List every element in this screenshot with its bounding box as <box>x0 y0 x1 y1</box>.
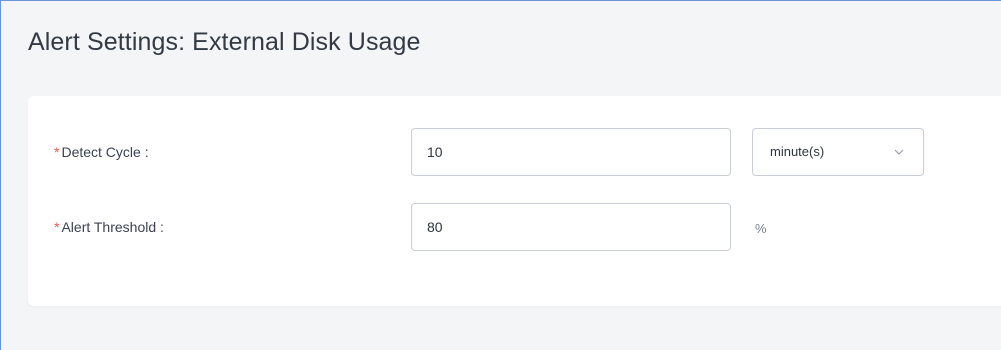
detect-cycle-label: Detect Cycle : <box>61 144 149 160</box>
chevron-down-icon <box>894 149 904 155</box>
detect-cycle-label-row: * Detect Cycle : <box>54 144 149 160</box>
alert-threshold-label: Alert Threshold : <box>61 219 164 235</box>
detect-cycle-input[interactable] <box>411 128 731 176</box>
alert-settings-page: Alert Settings: External Disk Usage * Det… <box>0 0 1001 350</box>
settings-card: *Detect Cycle : minute(s) *Alert Thresho… <box>28 96 1001 306</box>
alert-threshold-input[interactable] <box>411 203 731 251</box>
page-title: Alert Settings: External Disk Usage <box>28 28 421 56</box>
detect-cycle-unit-value: minute(s) <box>770 144 825 159</box>
alert-threshold-label-row: * Alert Threshold : <box>54 219 164 235</box>
detect-cycle-unit-select[interactable]: minute(s) <box>752 128 924 176</box>
percent-unit: % <box>755 221 767 236</box>
required-mark: * <box>54 144 60 160</box>
required-mark: * <box>54 219 60 235</box>
